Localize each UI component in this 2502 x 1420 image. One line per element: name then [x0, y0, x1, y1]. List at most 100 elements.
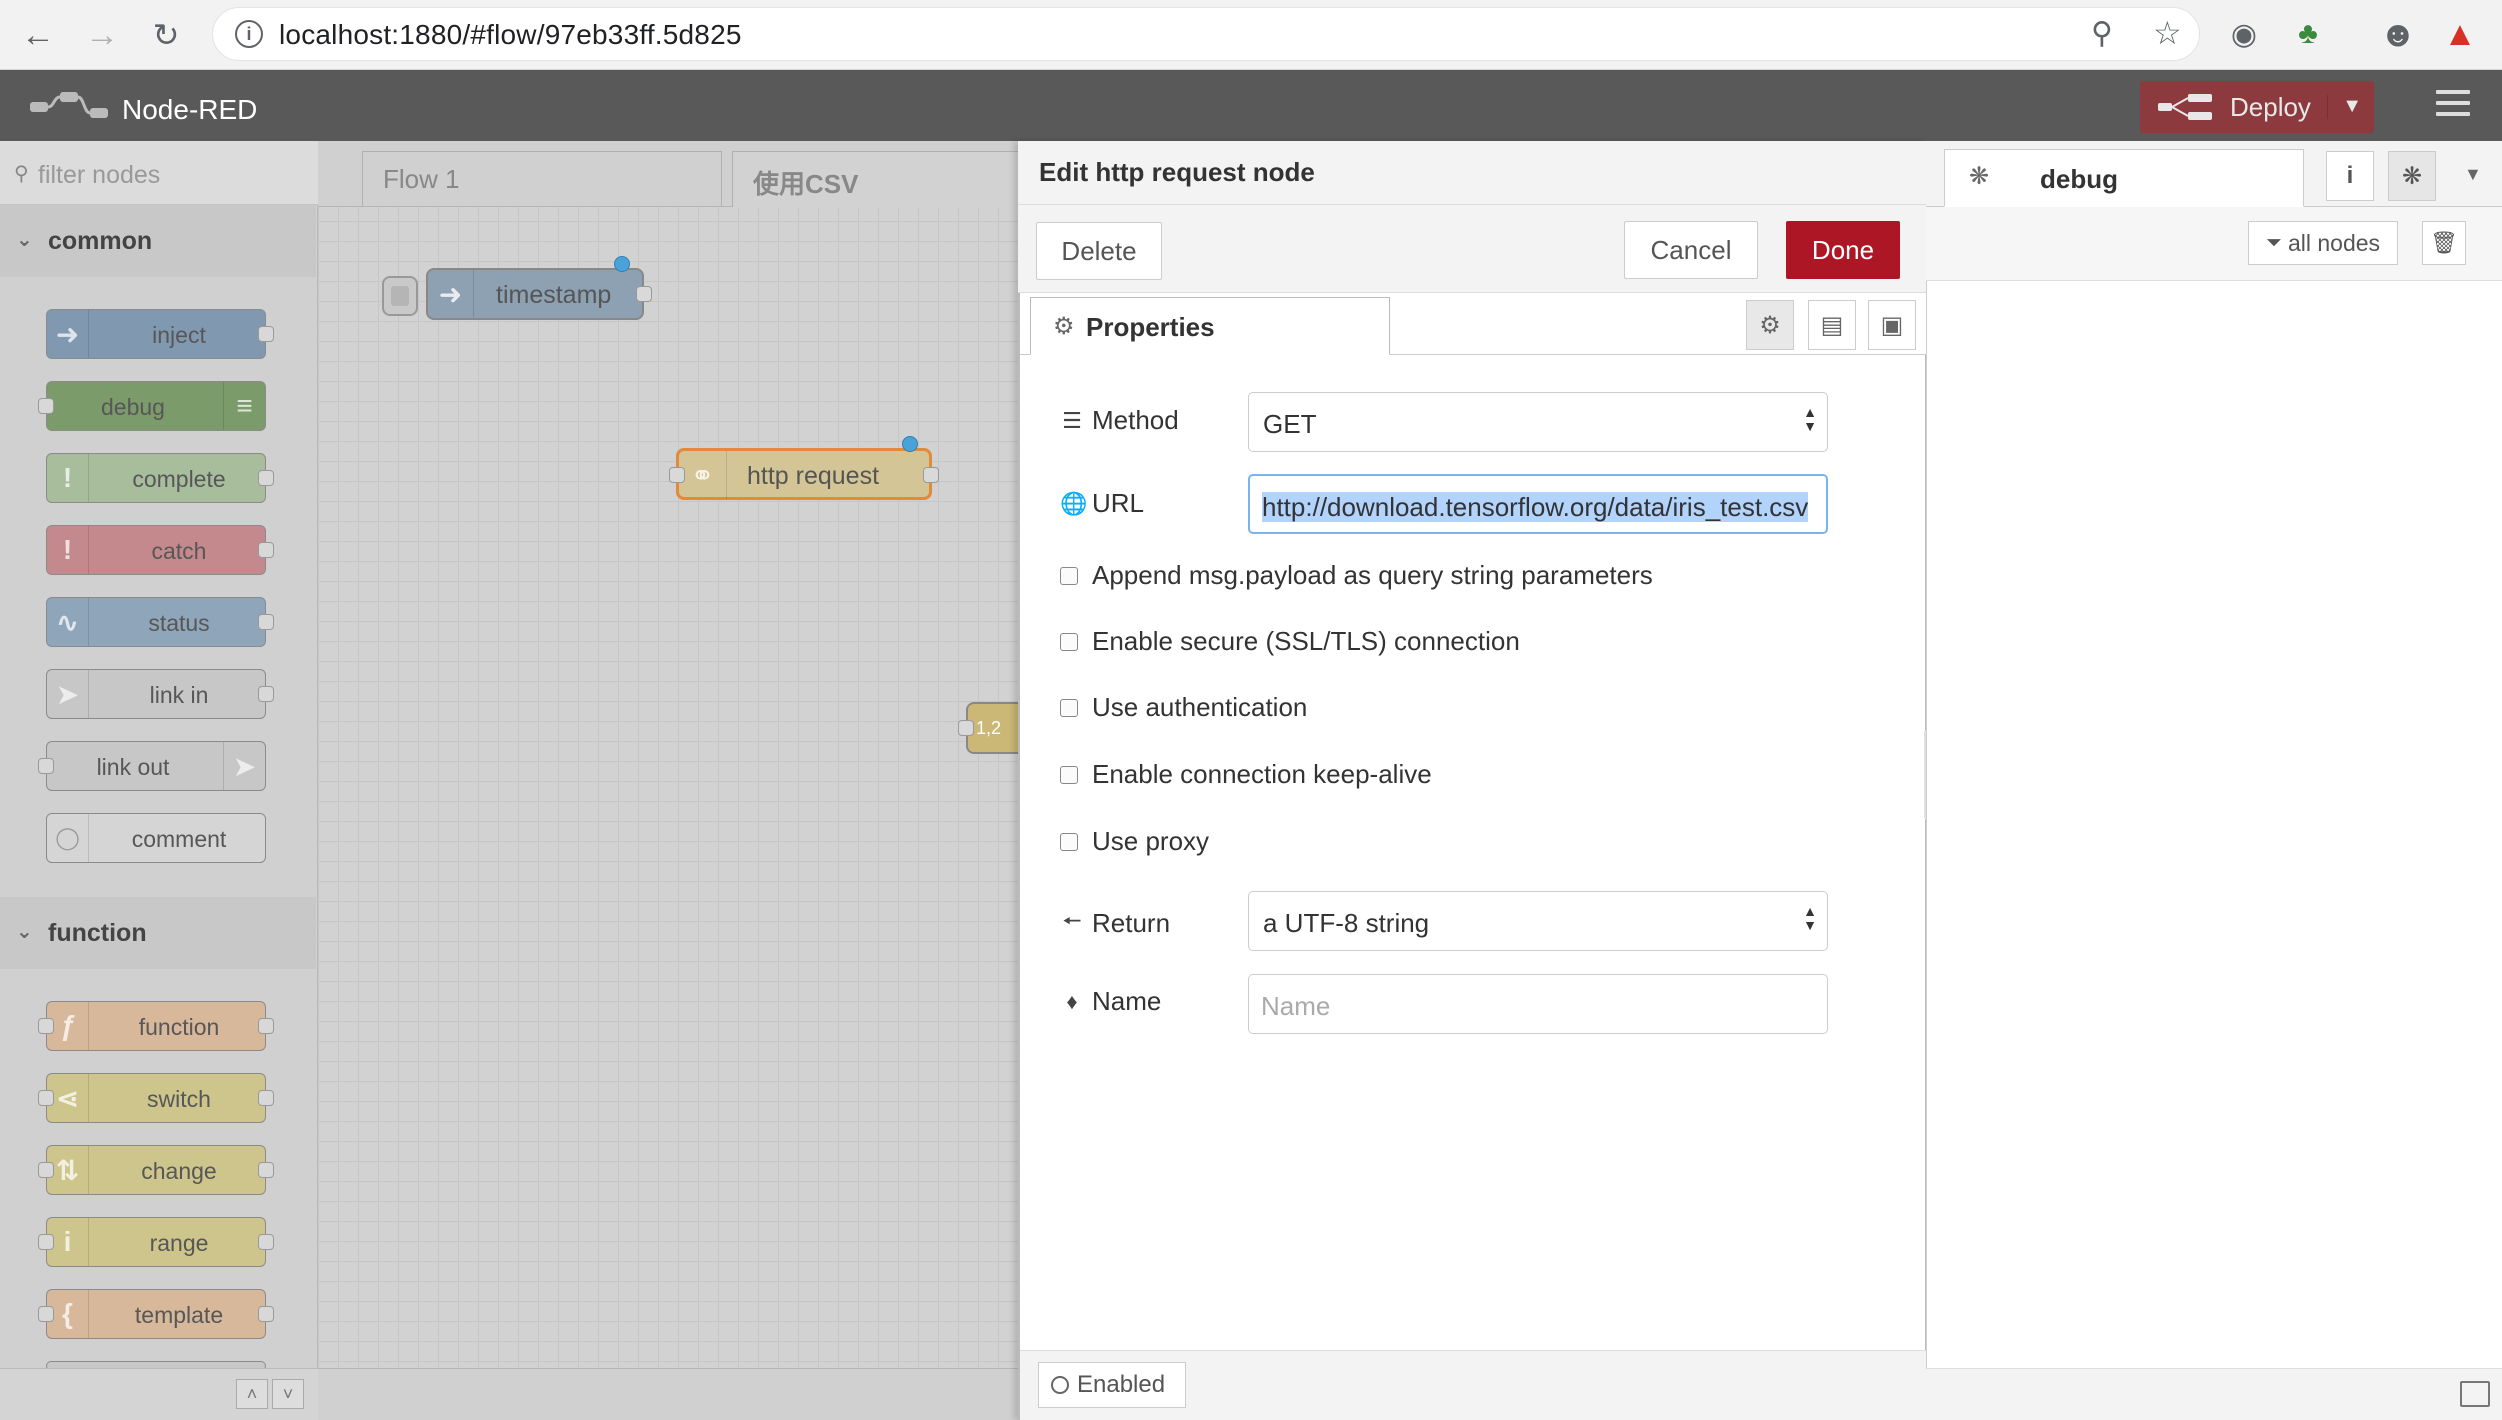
output-port [258, 1090, 274, 1106]
palette-node-template[interactable]: { template [38, 1289, 274, 1339]
palette-node-link-out[interactable]: ➤ link out [38, 741, 266, 791]
palette-node-range[interactable]: i range [38, 1217, 274, 1267]
node-label: range [149, 1230, 209, 1256]
main-menu-icon[interactable] [2436, 90, 2470, 120]
back-icon[interactable]: ← [16, 13, 60, 57]
palette-node-function[interactable]: ƒ function [38, 1001, 274, 1051]
proxy-checkbox[interactable] [1060, 832, 1078, 851]
checkbox-row-append[interactable]: Append msg.payload as query string param… [1060, 560, 1653, 591]
extension-icon[interactable]: ◉ [2224, 14, 2264, 54]
auth-checkbox[interactable] [1060, 698, 1078, 717]
update-icon[interactable]: ▲ [2440, 14, 2480, 54]
info-icon[interactable]: i [2326, 151, 2374, 201]
node-label: switch [147, 1086, 211, 1112]
palette-node-change[interactable]: ⇅ change [38, 1145, 274, 1195]
bookmark-star-icon[interactable]: ☆ [2153, 14, 2182, 52]
enabled-toggle-button[interactable]: Enabled [1038, 1362, 1186, 1408]
url-input[interactable]: http://download.tensorflow.org/data/iris… [1248, 474, 1828, 534]
popout-window-icon[interactable] [2460, 1381, 2490, 1407]
info-icon[interactable]: i [235, 20, 263, 48]
node-label: link out [96, 754, 170, 780]
delete-button[interactable]: Delete [1036, 222, 1162, 280]
forward-icon[interactable]: → [80, 13, 124, 57]
node-label: http request [747, 462, 880, 490]
name-placeholder: Name [1261, 991, 1331, 1021]
zoom-icon[interactable]: ⚲ [2091, 16, 2113, 51]
category-common[interactable]: ⌄ common [0, 205, 316, 277]
checkbox-row-auth[interactable]: Use authentication [1060, 692, 1307, 723]
appearance-icon[interactable]: ▣ [1868, 300, 1916, 350]
node-label: template [134, 1302, 224, 1328]
flow-node-http-request[interactable]: ⚭ http request [669, 448, 939, 500]
checkbox-label: Enable secure (SSL/TLS) connection [1092, 626, 1520, 656]
address-bar[interactable]: i localhost:1880/#flow/97eb33ff.5d825 ⚲ … [212, 7, 2200, 61]
palette-node-inject[interactable]: ➜ inject [46, 309, 274, 359]
profile-avatar-icon[interactable]: ☻ [2378, 13, 2418, 54]
checkbox-row-ssl[interactable]: Enable secure (SSL/TLS) connection [1060, 626, 1520, 657]
extension-2-icon[interactable]: ♣ [2288, 14, 2328, 54]
output-port [923, 467, 939, 483]
input-port [38, 1306, 54, 1322]
deploy-button[interactable]: Deploy ▼ [2140, 81, 2374, 133]
tab-label: Properties [1086, 312, 1215, 342]
return-label-row: 🠔 Return [1060, 904, 1170, 942]
return-select[interactable]: a UTF-8 string ▲ ▼ [1248, 891, 1828, 951]
method-label: Method [1092, 405, 1179, 435]
filter-all-nodes-button[interactable]: ⏷ all nodes [2248, 221, 2398, 265]
globe-icon: ⚭ [679, 451, 727, 499]
expand-all-icon[interactable]: ˅ [272, 1379, 304, 1409]
node-label: inject [152, 322, 206, 348]
keepalive-checkbox[interactable] [1060, 765, 1078, 784]
gear-icon: ⚙ [1053, 313, 1075, 340]
checkbox-row-proxy[interactable]: Use proxy [1060, 826, 1209, 857]
circle-icon [1051, 1376, 1069, 1394]
done-button[interactable]: Done [1786, 221, 1900, 279]
flow-node-timestamp[interactable]: ➜ timestamp [426, 268, 652, 320]
reload-icon[interactable]: ↻ [144, 13, 188, 57]
sidebar-footer [1926, 1368, 2502, 1420]
input-port [958, 720, 974, 736]
palette-node-link-in[interactable]: ➤ link in [46, 669, 274, 719]
workspace-canvas[interactable] [318, 141, 1018, 1420]
palette-node-catch[interactable]: ! catch [46, 525, 274, 575]
app-title: Node-RED [122, 94, 258, 125]
palette-node-status[interactable]: ∿ status [46, 597, 274, 647]
checkbox-row-keepalive[interactable]: Enable connection keep-alive [1060, 759, 1432, 790]
palette-node-complete[interactable]: ! complete [46, 453, 274, 503]
collapse-all-icon[interactable]: ˄ [236, 1379, 268, 1409]
cancel-button[interactable]: Cancel [1624, 221, 1758, 279]
inject-trigger-button[interactable] [382, 276, 418, 316]
method-select[interactable]: GET ▲ ▼ [1248, 392, 1828, 452]
tab-csv[interactable]: 使用CSV [732, 151, 1032, 207]
tab-properties[interactable]: ⚙ Properties [1030, 297, 1390, 355]
palette-node-debug[interactable]: ≡ debug [38, 381, 266, 431]
checkbox-label: Enable connection keep-alive [1092, 759, 1432, 789]
node-label: catch [151, 538, 207, 564]
palette-node-comment[interactable]: ◯ comment [46, 813, 266, 863]
select-arrows-icon: ▲ ▼ [1803, 404, 1817, 434]
palette-search[interactable]: ⚲ filter nodes [0, 141, 318, 205]
filter-nodes-input[interactable]: filter nodes [38, 161, 160, 190]
debug-bug-icon[interactable]: ❋ [2388, 151, 2436, 201]
output-port [258, 686, 274, 702]
deploy-icon [2158, 94, 2212, 120]
clear-debug-trash-icon[interactable]: 🗑 [2422, 221, 2466, 265]
append-checkbox[interactable] [1060, 566, 1078, 585]
palette-node-switch[interactable]: ⋖ switch [38, 1073, 274, 1123]
description-icon[interactable]: ▤ [1808, 300, 1856, 350]
search-icon: ⚲ [14, 163, 29, 185]
deploy-dropdown-icon[interactable]: ▼ [2327, 95, 2362, 119]
palette-footer: ˄ ˅ [0, 1368, 318, 1420]
category-function[interactable]: ⌄ function [0, 897, 316, 969]
tab-flow-1[interactable]: Flow 1 [362, 151, 722, 207]
tray-title: Edit http request node [1039, 157, 1315, 187]
enabled-label: Enabled [1077, 1371, 1166, 1398]
tab-debug[interactable]: ❋ debug [1944, 149, 2304, 207]
settings-gear-icon[interactable]: ⚙ [1746, 300, 1794, 350]
output-port [258, 1018, 274, 1034]
sidebar-dropdown-icon[interactable]: ▼ [2464, 164, 2482, 185]
ssl-checkbox[interactable] [1060, 632, 1078, 651]
workspace-footer [318, 1368, 1018, 1420]
name-input[interactable]: Name [1248, 974, 1828, 1034]
tag-icon: ♦ [1066, 988, 1078, 1014]
